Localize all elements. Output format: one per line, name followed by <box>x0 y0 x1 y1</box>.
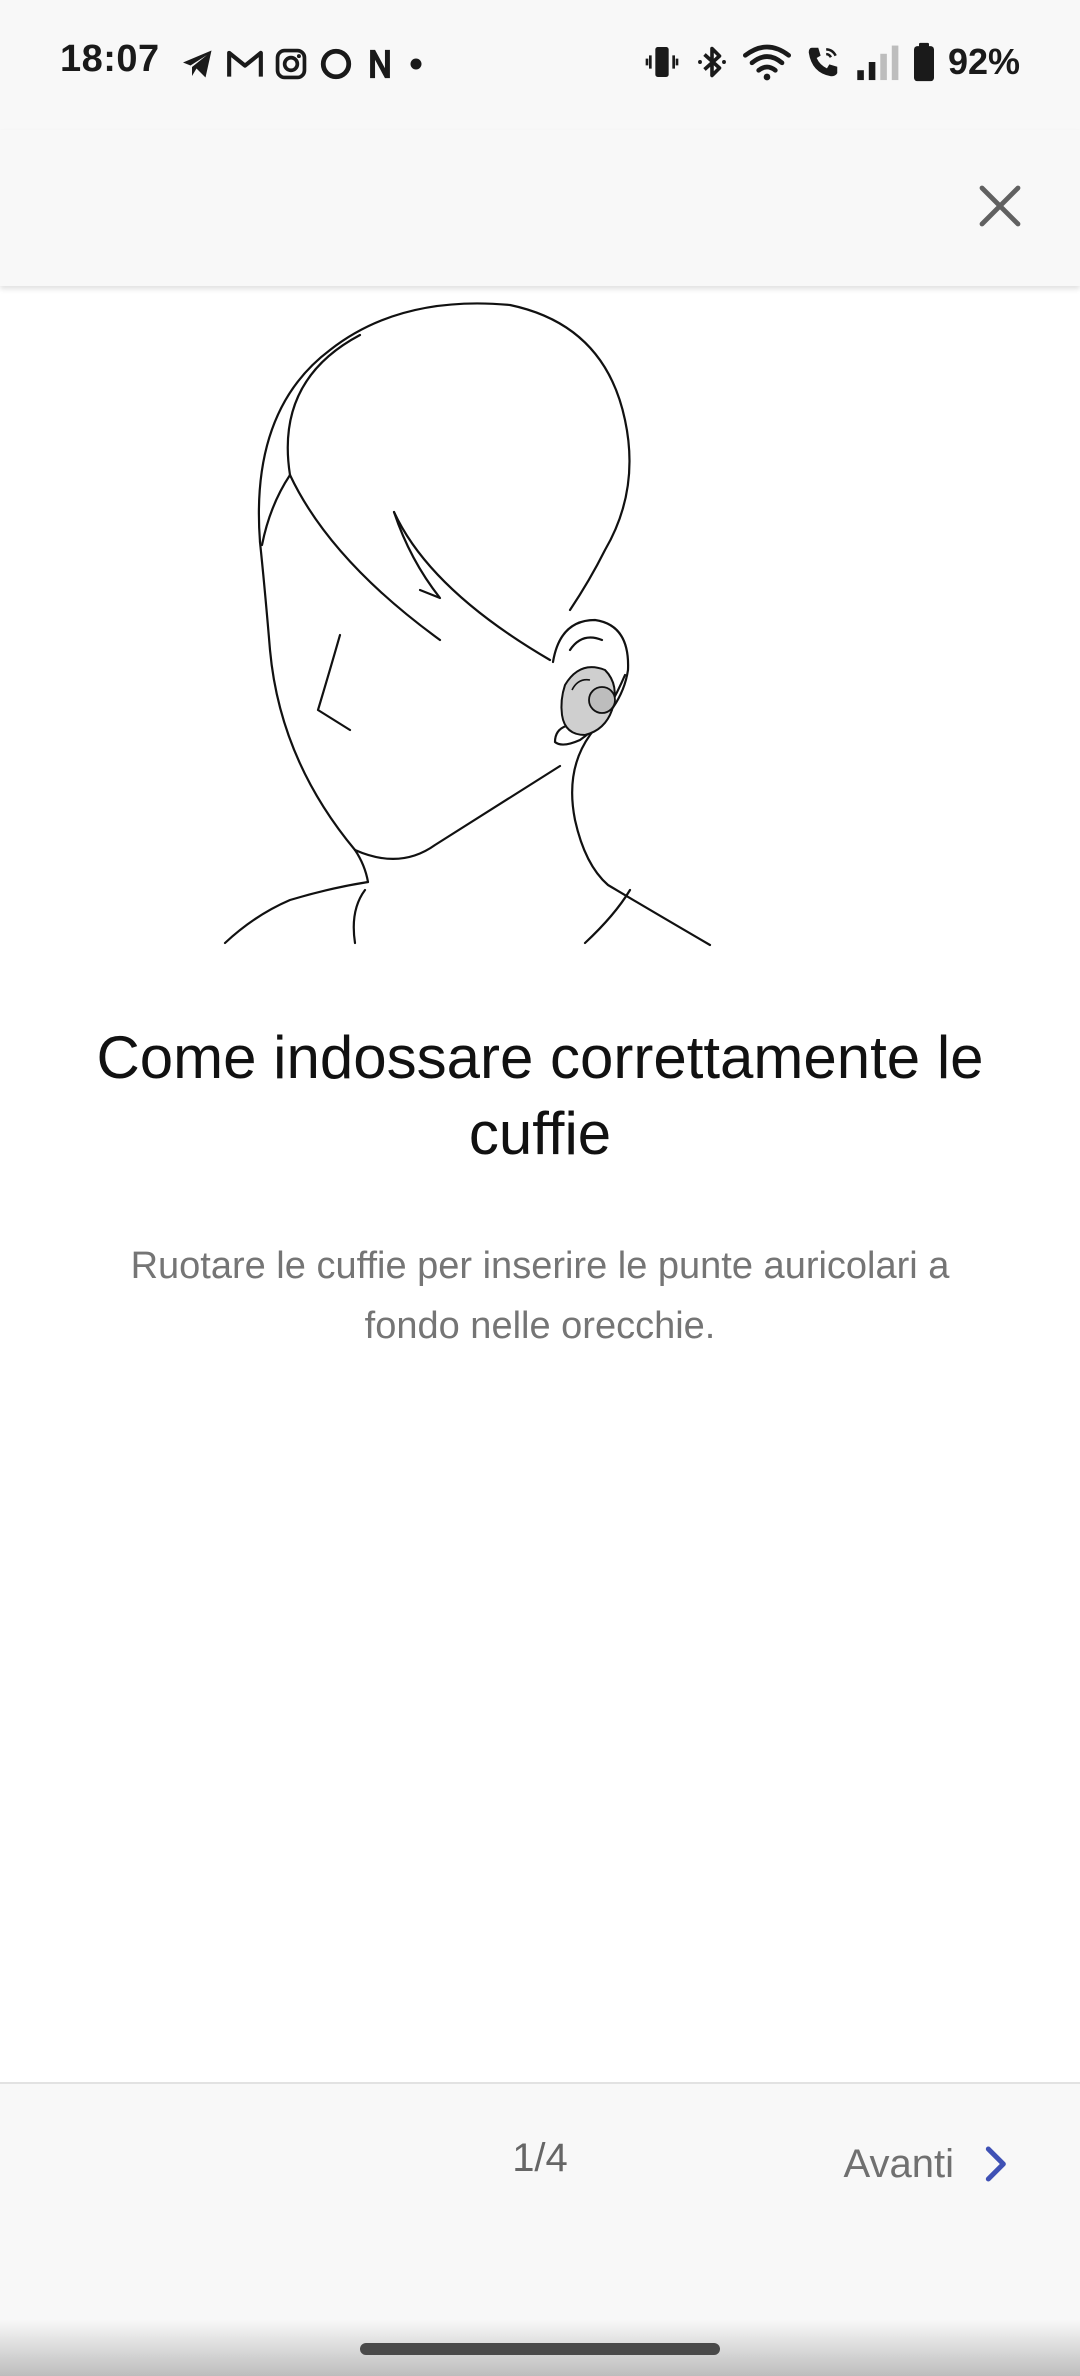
circle-app-icon <box>320 48 352 80</box>
telegram-icon <box>183 50 212 78</box>
notification-dot-icon <box>410 58 422 70</box>
battery-icon <box>913 42 934 82</box>
screen: 18:07 92% Come indossare correttamente l… <box>0 0 1080 2376</box>
gmail-icon <box>227 50 263 77</box>
close-icon <box>979 185 1021 227</box>
home-indicator[interactable] <box>360 2343 720 2355</box>
page-indicator: 1/4 <box>512 2136 568 2180</box>
earbud-wearing-illustration <box>223 302 712 947</box>
battery-percentage: 92% <box>947 41 1020 82</box>
status-bar: 18:07 92% <box>0 0 1080 130</box>
vibrate-icon <box>645 47 679 77</box>
earbud-icon <box>560 666 616 737</box>
system-icons: 92% <box>642 40 1020 84</box>
close-button[interactable] <box>960 166 1040 246</box>
next-button[interactable]: Avanti <box>844 2124 1010 2204</box>
next-button-label: Avanti <box>843 2141 954 2186</box>
wifi-calling-icon <box>808 47 838 77</box>
chevron-right-icon <box>985 2146 1006 2182</box>
bluetooth-icon <box>697 46 726 78</box>
top-app-bar <box>0 130 1080 286</box>
instagram-icon <box>275 48 307 80</box>
signal-icon <box>857 45 899 81</box>
status-time: 18:07 <box>60 38 160 80</box>
page-description: Ruotare le cuffie per inserire le punte … <box>130 1245 950 1347</box>
netflix-icon <box>370 49 390 79</box>
page-title: Come indossare correttamente le cuffie <box>96 1024 984 1167</box>
notification-icons <box>180 44 426 84</box>
wifi-icon <box>742 44 791 81</box>
